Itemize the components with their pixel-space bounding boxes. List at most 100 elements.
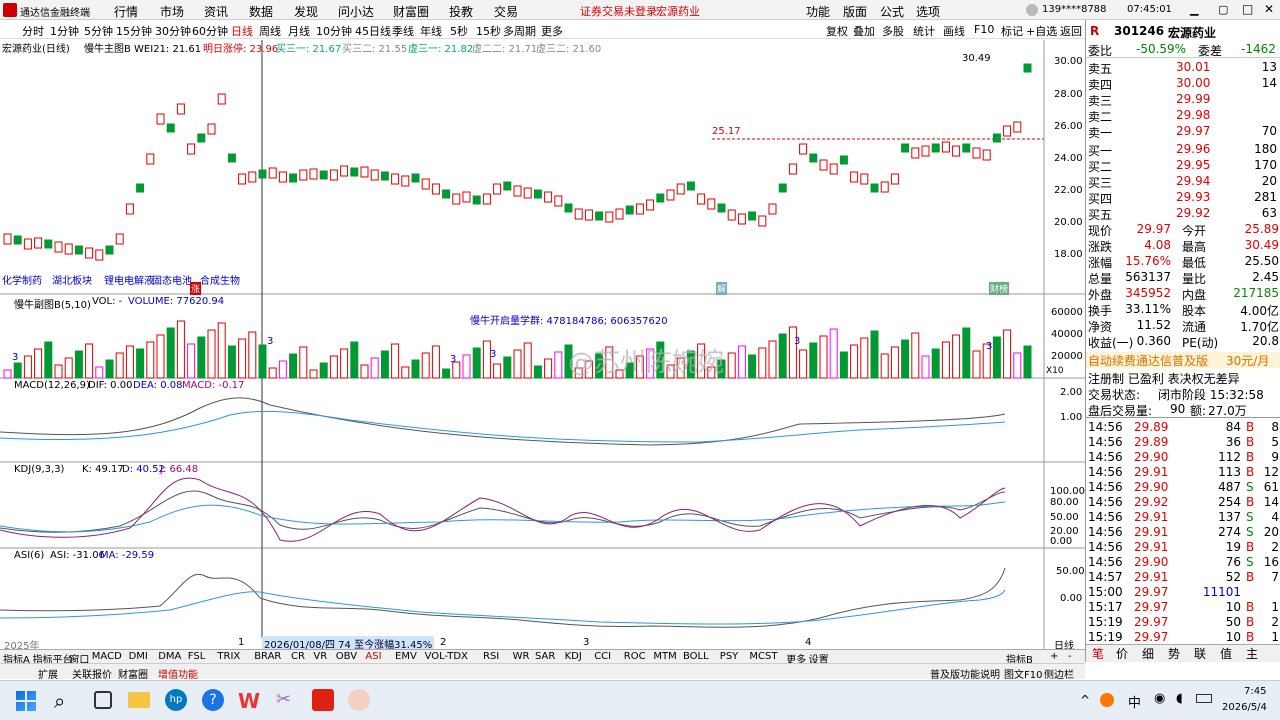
rtab[interactable]: 值 xyxy=(1220,645,1232,662)
promo-row[interactable]: 自动续费通达信普及版 30元/月 xyxy=(1086,352,1280,368)
indicator-tab-psy[interactable]: PSY xyxy=(720,651,739,662)
taskbar-time[interactable]: 7:45 xyxy=(1244,686,1266,697)
indicator-tab-wr[interactable]: WR xyxy=(513,651,530,662)
kline-chart-svg[interactable] xyxy=(0,40,1085,650)
menu-options[interactable]: 选项 xyxy=(916,3,940,20)
indicator-tab-macd[interactable]: MACD xyxy=(92,651,122,662)
ext-right-tab[interactable]: 侧边栏 xyxy=(1044,666,1074,681)
chart-area[interactable]: 宏源药业(日线) 慢牛主图B WEI21: 21.61 明日涨停: 23.96 … xyxy=(0,40,1085,652)
period-tab-7[interactable]: 周线 xyxy=(259,23,281,39)
file-explorer-icon[interactable] xyxy=(128,692,150,708)
network-icon[interactable]: ◉ xyxy=(1154,691,1165,706)
period-tab-13[interactable]: 5秒 xyxy=(450,23,468,39)
concept-tag[interactable]: 固态电池 xyxy=(152,272,192,287)
menu-item-8[interactable]: 交易 xyxy=(494,3,518,20)
menu-item-3[interactable]: 数据 xyxy=(249,3,273,20)
indicator-tab-rsi[interactable]: RSI xyxy=(483,651,499,662)
event-marker[interactable]: 解 xyxy=(716,282,728,295)
ext-tab[interactable]: 关联报价 xyxy=(72,666,112,681)
ext-tab[interactable]: 增值功能 xyxy=(158,666,198,681)
tdx-app-icon[interactable] xyxy=(312,689,334,711)
concept-tag[interactable]: 湖北板块 xyxy=(52,272,92,287)
user-phone[interactable]: 139****8788 xyxy=(1042,4,1107,15)
indicator-tab-mtm[interactable]: MTM xyxy=(653,651,676,662)
indicator-tab-mcst[interactable]: MCST xyxy=(749,651,777,662)
menu-item-4[interactable]: 发现 xyxy=(294,3,318,20)
indicator-tab-boll[interactable]: BOLL xyxy=(683,651,709,662)
avatar-app-icon[interactable] xyxy=(348,689,370,711)
tool-draw[interactable]: 画线 xyxy=(943,23,965,39)
concept-tag[interactable]: 化学制药 xyxy=(2,272,42,287)
indicator-tab-asi[interactable]: ASI xyxy=(365,651,381,662)
indicator-tab-obv[interactable]: OBV xyxy=(336,651,357,662)
indicator-right-tab[interactable]: + xyxy=(1050,651,1058,662)
menu-formula[interactable]: 公式 xyxy=(880,3,904,20)
ext-right-tab[interactable]: 图文F10 xyxy=(1004,666,1042,681)
taskbar-date[interactable]: 2026/5/4 xyxy=(1222,702,1267,713)
indicator-tab-brar[interactable]: BRAR xyxy=(254,651,281,662)
menu-item-1[interactable]: 市场 xyxy=(160,3,184,20)
rtab[interactable]: 笔 xyxy=(1092,645,1104,662)
indicator-tab-vr[interactable]: VR xyxy=(313,651,327,662)
ime-indicator[interactable]: 中 xyxy=(1128,692,1141,711)
indicator-right-tab[interactable]: - xyxy=(1068,651,1072,662)
tool-overlay[interactable]: 叠加 xyxy=(853,23,875,39)
ext-right-tab[interactable]: 普及版功能说明 xyxy=(930,666,1000,681)
windows-start-icon[interactable] xyxy=(16,691,36,711)
period-tab-16[interactable]: 更多 xyxy=(541,23,563,39)
tool-multi[interactable]: 多股 xyxy=(882,23,904,39)
indicator-tab-vol-tdx[interactable]: VOL-TDX xyxy=(425,651,468,662)
tool-add-watch[interactable]: +自选 xyxy=(1026,23,1057,39)
rtab[interactable]: 主 xyxy=(1246,645,1258,662)
indicator-tab-kdj[interactable]: KDJ xyxy=(565,651,582,662)
indicator-tab-emv[interactable]: EMV xyxy=(395,651,417,662)
period-tab-11[interactable]: 季线 xyxy=(392,23,414,39)
event-marker[interactable]: 财榜 xyxy=(989,282,1010,295)
user-icon[interactable] xyxy=(1026,4,1038,16)
period-tab-15[interactable]: 多周期 xyxy=(503,23,536,39)
indicator-tab-fsl[interactable]: FSL xyxy=(188,651,206,662)
indicator-tab-cci[interactable]: CCI xyxy=(594,651,611,662)
period-tab-10[interactable]: 45日线 xyxy=(355,23,391,39)
rtab[interactable]: 价 xyxy=(1116,645,1128,662)
period-tab-9[interactable]: 10分钟 xyxy=(316,23,352,39)
period-tab-12[interactable]: 年线 xyxy=(420,23,442,39)
menu-func[interactable]: 功能 xyxy=(806,3,830,20)
maximize-icon[interactable]: □ xyxy=(1242,2,1253,16)
task-view-icon[interactable] xyxy=(94,691,112,709)
restore-icon[interactable]: ▢ xyxy=(1218,3,1228,16)
tool-fuquan[interactable]: 复权 xyxy=(826,23,848,39)
volume-icon[interactable]: ◖ xyxy=(1176,691,1183,706)
tray-app-icon[interactable] xyxy=(1100,693,1114,707)
concept-tag[interactable]: 锂电电解液 xyxy=(104,272,154,287)
help-icon[interactable]: ? xyxy=(202,689,224,711)
tool-f10[interactable]: F10 xyxy=(974,23,994,36)
tool-stats[interactable]: 统计 xyxy=(913,23,935,39)
menu-item-2[interactable]: 资讯 xyxy=(204,3,228,20)
menu-item-6[interactable]: 财富圈 xyxy=(393,3,429,20)
indicator-tab-trix[interactable]: TRIX xyxy=(217,651,240,662)
tool-back[interactable]: 返回 xyxy=(1060,23,1082,39)
menu-item-5[interactable]: 问小达 xyxy=(338,3,374,20)
tray-chevron-icon[interactable]: ^ xyxy=(1080,693,1090,707)
menu-item-0[interactable]: 行情 xyxy=(114,3,138,20)
period-tab-0[interactable]: 分时 xyxy=(22,23,44,39)
promo-price[interactable]: 30元/月 xyxy=(1226,352,1269,369)
menu-item-7[interactable]: 投教 xyxy=(449,3,473,20)
menu-layout[interactable]: 版面 xyxy=(843,3,867,20)
search-icon[interactable]: ⌕ xyxy=(54,689,65,713)
period-tab-2[interactable]: 5分钟 xyxy=(84,23,113,39)
indicator-tab-sar[interactable]: SAR xyxy=(535,651,555,662)
indicator-tab-dma[interactable]: DMA xyxy=(158,651,181,662)
period-tab-3[interactable]: 15分钟 xyxy=(116,23,152,39)
period-tab-4[interactable]: 30分钟 xyxy=(155,23,191,39)
wps-icon[interactable]: W xyxy=(238,689,260,713)
hp-app-icon[interactable]: hp xyxy=(165,689,187,711)
battery-icon[interactable] xyxy=(1196,694,1212,703)
period-tab-14[interactable]: 15秒 xyxy=(476,23,501,39)
event-marker[interactable]: 涨 xyxy=(190,282,202,295)
ext-tab[interactable]: 扩展 xyxy=(38,666,58,681)
tool-app-icon[interactable]: ✂ xyxy=(276,689,291,710)
rtab[interactable]: 联 xyxy=(1194,645,1206,662)
ext-tab[interactable]: 财富圈 xyxy=(118,666,148,681)
